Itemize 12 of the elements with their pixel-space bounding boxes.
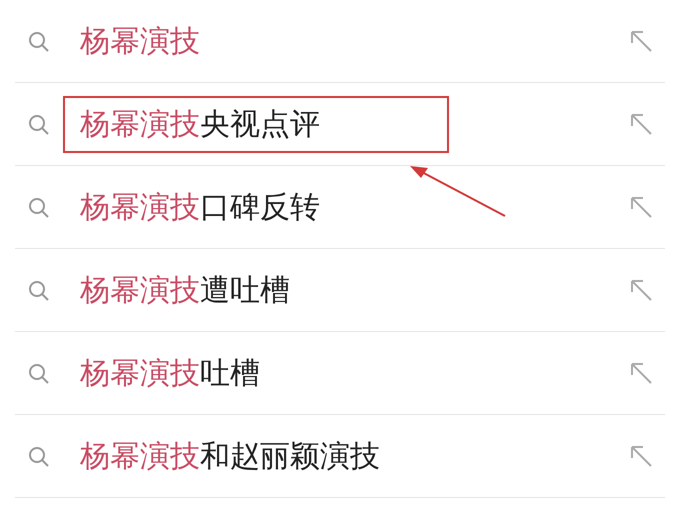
suggestion-text[interactable]: 杨幂演技遭吐槽 bbox=[63, 262, 304, 318]
suggestion-text[interactable]: 杨幂演技口碑反转 bbox=[63, 178, 334, 236]
search-icon bbox=[27, 113, 51, 137]
suggestion-text[interactable]: 杨幂演技和赵丽颖演技 bbox=[63, 428, 394, 484]
suggestion-text[interactable]: 杨幂演技吐槽 bbox=[63, 344, 274, 402]
search-icon bbox=[27, 30, 51, 54]
search-icon bbox=[27, 362, 51, 386]
search-icon bbox=[27, 279, 51, 303]
search-icon bbox=[27, 445, 51, 469]
suggestion-text[interactable]: 杨幂演技央视点评 bbox=[63, 96, 449, 152]
suggestion-text[interactable]: 杨幂演技 bbox=[63, 12, 214, 70]
search-icon bbox=[27, 196, 51, 220]
